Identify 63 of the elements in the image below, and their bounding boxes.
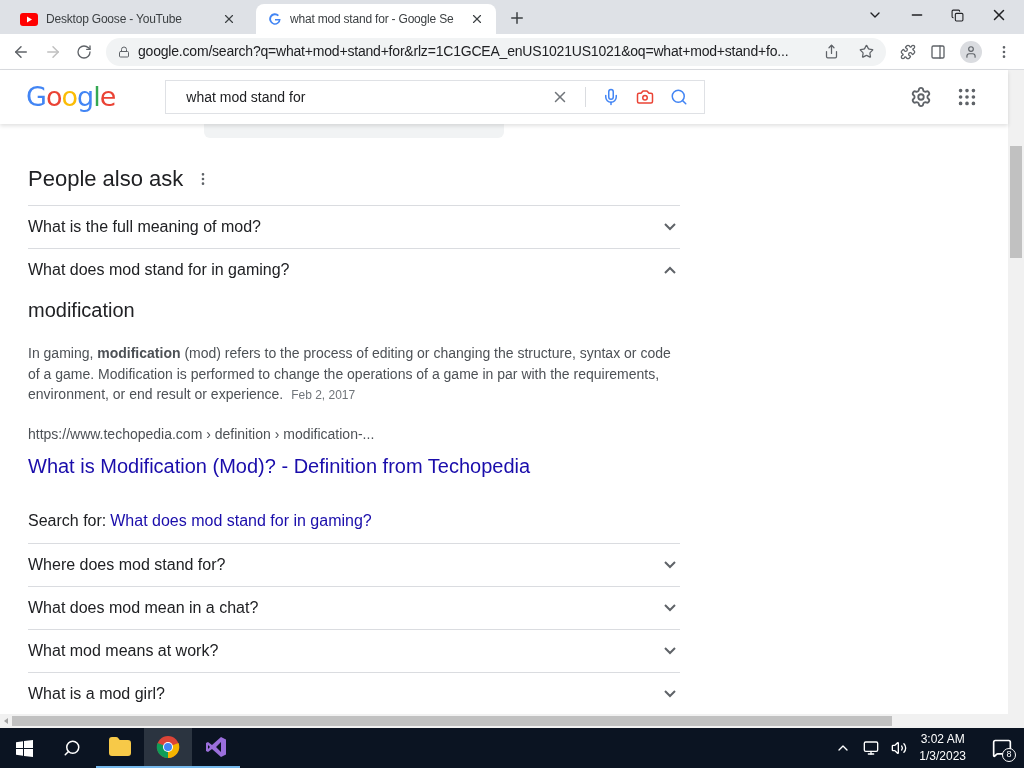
close-icon[interactable] [222,12,236,26]
notification-button[interactable]: 8 [986,728,1018,768]
profile-avatar[interactable] [960,40,982,63]
bookmark-star-icon[interactable] [859,44,874,59]
section-title: People also ask [28,165,184,193]
lock-icon [118,45,130,58]
question-text: What does mod stand for in gaming? [28,260,290,280]
browser-tab[interactable]: what mod stand for - Google Se [256,4,496,34]
search-icon[interactable] [63,739,81,757]
result-link[interactable]: What is Modification (Mod)? - Definition from Techopedia [28,450,680,481]
camera-icon[interactable] [636,88,655,106]
question-text: What is the full meaning of mod? [28,217,261,237]
horizontal-scrollbar[interactable] [0,714,1008,728]
restore-icon[interactable] [951,8,964,22]
network-icon[interactable] [863,740,880,756]
windows-start-icon[interactable] [15,739,33,757]
source-url: https://www.techopedia.com › definition › modification-... [28,424,376,444]
clock-date[interactable]: 1/3/2023 [919,748,966,765]
close-icon[interactable] [470,12,484,26]
chevron-down-icon [664,603,676,612]
search-query: what mod stand for [186,87,307,107]
vertical-scrollbar[interactable] [1008,70,1024,728]
question-text: What does mod mean in a chat? [28,597,259,618]
settings-icon[interactable] [910,86,932,108]
question-row[interactable]: What does mod stand for in gaming? [28,249,680,291]
share-icon[interactable] [824,44,839,59]
answer-paragraph: In gaming, modification (mod) refers to the process of editing or changing the structure, syntax or code of a game. Modification is performed to change the operations of a game in par with the requirements, environment, or end result or experience. Feb 2, 2017 [28,344,672,404]
new-tab-icon[interactable] [508,9,526,27]
question-text: Where does mod stand for? [28,554,226,575]
answer-heading: modification [28,298,136,323]
google-logo[interactable]: Google [26,76,116,118]
search-for-label: Search for: [28,510,107,531]
question-text: What mod means at work? [28,640,219,661]
speaker-icon[interactable] [891,740,908,756]
video-play-icon [20,12,38,26]
side-panel-icon[interactable] [930,43,946,60]
clock-time[interactable]: 3:02 AM [920,731,965,748]
chevron-down-icon [664,689,676,698]
question-row[interactable]: What is a mod girl? [28,672,680,715]
tab-title: Desktop Goose - YouTube [46,11,183,28]
question-row[interactable]: What does mod mean in a chat? [28,586,680,629]
search-field[interactable]: what mod stand for [165,80,706,114]
question-row[interactable]: What is the full meaning of mod? [28,206,680,248]
tab-title: what mod stand for - Google Se [290,11,455,28]
question-row[interactable]: Where does mod stand for? [28,543,680,586]
reload-icon[interactable] [76,43,92,60]
address-bar[interactable]: google.com/search?q=what+mod+stand+for&rlz=1C1GCEA_enUS1021US1021&oq=what+mod+stand+fo... [106,37,886,66]
chevron-down-icon [664,560,676,569]
g-logo-icon [268,12,282,26]
infinity-icon [204,735,228,759]
chevron-down-icon [664,223,676,231]
taskbar-app[interactable] [144,728,192,768]
question-row[interactable]: What mod means at work? [28,629,680,672]
question-text: What is a mod girl? [28,683,165,704]
extensions-icon[interactable] [900,43,916,60]
chevron-up-icon [664,266,676,274]
chrome-icon [156,735,180,759]
search-for-link[interactable]: What does mod stand for in gaming? [110,508,372,533]
notification-count: 8 [1002,748,1016,762]
chevron-down-icon [664,646,676,655]
folder-icon [108,735,132,759]
apps-grid-icon[interactable] [956,86,978,108]
url-text: google.com/search?q=what+mod+stand+for&rlz=1C1GCEA_enUS1021US1021&oq=what+mod+stand+fo... [138,42,790,61]
